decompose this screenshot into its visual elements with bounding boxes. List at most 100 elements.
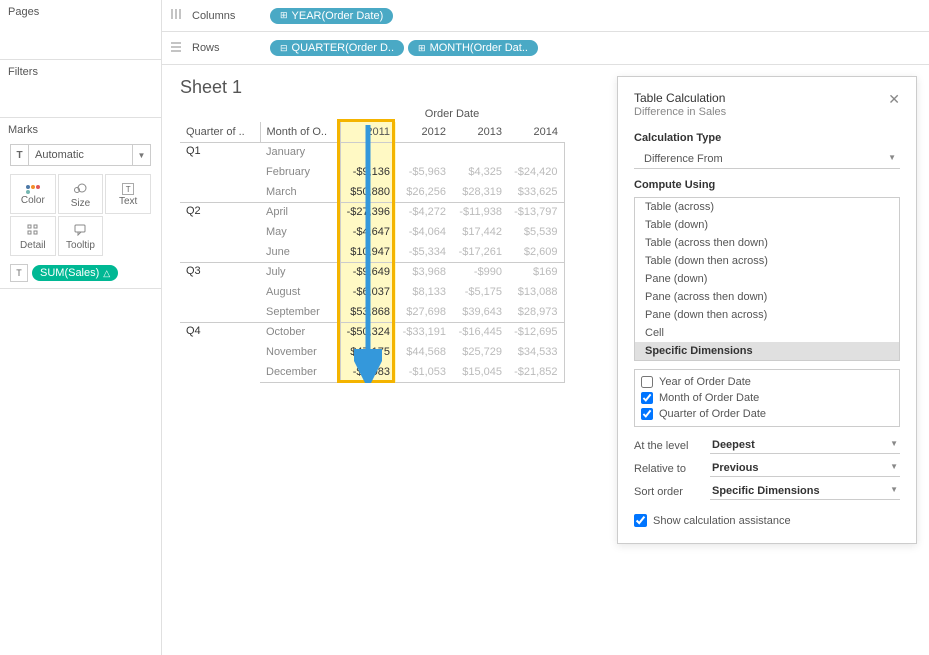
value-cell[interactable]: -$9,649 <box>340 262 396 282</box>
value-cell[interactable]: -$21,852 <box>508 362 564 382</box>
month-cell[interactable]: December <box>260 362 340 382</box>
value-cell[interactable]: $28,319 <box>452 182 508 202</box>
month-cell[interactable]: August <box>260 282 340 302</box>
rows-shelf[interactable]: Rows ⊟QUARTER(Order D.. ⊞MONTH(Order Dat… <box>162 32 929 64</box>
value-cell[interactable]: $27,698 <box>396 302 452 322</box>
value-cell[interactable]: -$50,324 <box>340 322 396 342</box>
show-assist-checkbox[interactable] <box>634 514 647 527</box>
month-cell[interactable]: October <box>260 322 340 342</box>
value-cell[interactable]: -$17,261 <box>452 242 508 262</box>
value-cell[interactable]: -$16,445 <box>452 322 508 342</box>
value-cell[interactable]: $28,973 <box>508 302 564 322</box>
month-cell[interactable]: September <box>260 302 340 322</box>
value-cell[interactable]: -$27,396 <box>340 202 396 222</box>
sum-sales-pill[interactable]: SUM(Sales) △ <box>32 265 118 281</box>
quarter-cell[interactable]: Q4 <box>180 322 260 382</box>
month-cell[interactable]: June <box>260 242 340 262</box>
value-cell[interactable]: $2,609 <box>508 242 564 262</box>
quarter-cell[interactable]: Q1 <box>180 142 260 202</box>
dimension-checkbox[interactable] <box>641 392 653 404</box>
dimension-check-row[interactable]: Year of Order Date <box>641 374 893 390</box>
value-cell[interactable] <box>396 142 452 162</box>
compute-option[interactable]: Pane (down) <box>635 270 899 288</box>
quarter-pill[interactable]: ⊟QUARTER(Order D.. <box>270 40 404 56</box>
value-cell[interactable] <box>508 142 564 162</box>
compute-option[interactable]: Table (down) <box>635 216 899 234</box>
year-pill[interactable]: ⊞YEAR(Order Date) <box>270 8 393 24</box>
value-cell[interactable]: $33,625 <box>508 182 564 202</box>
compute-option[interactable]: Pane (across then down) <box>635 288 899 306</box>
compute-option[interactable]: Table (down then across) <box>635 252 899 270</box>
month-cell[interactable]: February <box>260 162 340 182</box>
marks-detail-button[interactable]: Detail <box>10 216 56 256</box>
value-cell[interactable]: $47,175 <box>340 342 396 362</box>
value-cell[interactable]: -$4,064 <box>396 222 452 242</box>
month-pill[interactable]: ⊞MONTH(Order Dat.. <box>408 40 538 56</box>
compute-option[interactable]: Specific Dimensions <box>635 342 899 360</box>
value-cell[interactable]: -$4,647 <box>340 222 396 242</box>
value-cell[interactable]: -$33,191 <box>396 322 452 342</box>
year-header[interactable]: 2013 <box>452 122 508 142</box>
value-cell[interactable]: $3,968 <box>396 262 452 282</box>
marks-type-dropdown[interactable]: T Automatic ▼ <box>10 144 151 166</box>
value-cell[interactable]: -$5,334 <box>396 242 452 262</box>
value-cell[interactable]: $13,088 <box>508 282 564 302</box>
value-cell[interactable]: -$5,963 <box>396 162 452 182</box>
pages-shelf[interactable]: Pages <box>0 0 161 60</box>
value-cell[interactable]: -$4,272 <box>396 202 452 222</box>
compute-option[interactable]: Table (across) <box>635 198 899 216</box>
value-cell[interactable]: $26,256 <box>396 182 452 202</box>
year-header[interactable]: 2011 <box>340 122 396 142</box>
dimension-check-row[interactable]: Quarter of Order Date <box>641 406 893 422</box>
marks-color-button[interactable]: Color <box>10 174 56 214</box>
compute-option[interactable]: Cell <box>635 324 899 342</box>
value-cell[interactable]: -$9,136 <box>340 162 396 182</box>
calc-type-dropdown[interactable]: Difference From ▼ <box>634 150 900 169</box>
dimension-checkbox[interactable] <box>641 376 653 388</box>
dimension-check-row[interactable]: Month of Order Date <box>641 390 893 406</box>
columns-shelf[interactable]: Columns ⊞YEAR(Order Date) <box>162 0 929 32</box>
value-cell[interactable]: -$9,083 <box>340 362 396 382</box>
value-cell[interactable]: -$990 <box>452 262 508 282</box>
compute-option[interactable]: Pane (down then across) <box>635 306 899 324</box>
quarter-header[interactable]: Quarter of .. <box>180 122 260 142</box>
month-cell[interactable]: January <box>260 142 340 162</box>
marks-tooltip-button[interactable]: Tooltip <box>58 216 104 256</box>
value-cell[interactable]: $53,868 <box>340 302 396 322</box>
month-cell[interactable]: July <box>260 262 340 282</box>
month-cell[interactable]: May <box>260 222 340 242</box>
value-cell[interactable]: $8,133 <box>396 282 452 302</box>
value-cell[interactable]: $169 <box>508 262 564 282</box>
quarter-cell[interactable]: Q2 <box>180 202 260 262</box>
value-cell[interactable]: $10,947 <box>340 242 396 262</box>
compute-option[interactable]: Table (across then down) <box>635 234 899 252</box>
relative-to-dropdown[interactable]: Previous▼ <box>710 460 900 477</box>
marks-text-button[interactable]: T Text <box>105 174 151 214</box>
month-cell[interactable]: March <box>260 182 340 202</box>
value-cell[interactable]: -$13,797 <box>508 202 564 222</box>
value-cell[interactable]: $44,568 <box>396 342 452 362</box>
value-cell[interactable]: -$11,938 <box>452 202 508 222</box>
month-cell[interactable]: November <box>260 342 340 362</box>
value-cell[interactable]: -$6,037 <box>340 282 396 302</box>
filters-shelf[interactable]: Filters <box>0 60 161 118</box>
value-cell[interactable]: -$1,053 <box>396 362 452 382</box>
sort-order-dropdown[interactable]: Specific Dimensions▼ <box>710 483 900 500</box>
at-level-dropdown[interactable]: Deepest▼ <box>710 437 900 454</box>
value-cell[interactable]: $50,880 <box>340 182 396 202</box>
value-cell[interactable]: -$12,695 <box>508 322 564 342</box>
value-cell[interactable]: $15,045 <box>452 362 508 382</box>
value-cell[interactable]: $17,442 <box>452 222 508 242</box>
dimension-checkbox[interactable] <box>641 408 653 420</box>
value-cell[interactable] <box>340 142 396 162</box>
marks-size-button[interactable]: Size <box>58 174 104 214</box>
text-encoding-icon[interactable]: T <box>10 264 28 282</box>
value-cell[interactable]: $4,325 <box>452 162 508 182</box>
value-cell[interactable] <box>452 142 508 162</box>
close-button[interactable]: ✕ <box>888 91 900 108</box>
year-header[interactable]: 2014 <box>508 122 564 142</box>
value-cell[interactable]: $34,533 <box>508 342 564 362</box>
month-cell[interactable]: April <box>260 202 340 222</box>
quarter-cell[interactable]: Q3 <box>180 262 260 322</box>
month-header[interactable]: Month of O.. <box>260 122 340 142</box>
